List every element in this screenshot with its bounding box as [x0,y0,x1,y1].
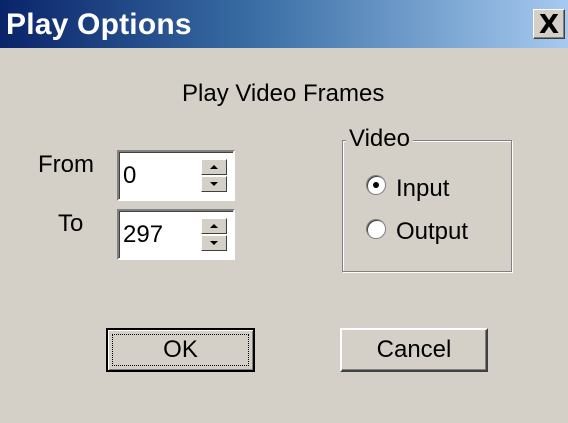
dialog-heading: Play Video Frames [182,80,385,107]
radio-input-label[interactable]: Input [396,175,449,203]
radio-output[interactable] [366,219,386,239]
to-input[interactable]: 297 [123,221,163,249]
dialog-title: Play Options [6,8,192,41]
from-spin-up-button[interactable] [201,159,227,175]
title-bar[interactable]: Play Options X [0,0,568,48]
spin-down-icon [210,182,218,186]
spin-up-icon [210,165,218,169]
to-label: To [58,210,84,237]
cancel-button-label: Cancel [376,336,452,363]
from-input[interactable]: 0 [123,162,136,190]
radio-output-label[interactable]: Output [396,218,468,246]
to-spin-down-button[interactable] [201,235,227,251]
close-button[interactable]: X [533,9,565,40]
from-spin-down-button[interactable] [201,176,227,192]
to-spin-up-button[interactable] [201,218,227,234]
ok-button[interactable]: OK [106,328,255,372]
cancel-button[interactable]: Cancel [340,328,488,372]
video-group [342,140,512,272]
focus-ring [112,334,249,366]
radio-input[interactable] [366,175,386,195]
spin-down-icon [210,241,218,245]
from-label: From [38,151,94,178]
video-group-label: Video [346,125,413,153]
close-icon: X [538,10,560,40]
to-spinner[interactable]: 297 [117,209,235,260]
spin-up-icon [210,224,218,228]
radio-selected-icon [373,182,379,188]
from-spinner[interactable]: 0 [117,150,235,201]
